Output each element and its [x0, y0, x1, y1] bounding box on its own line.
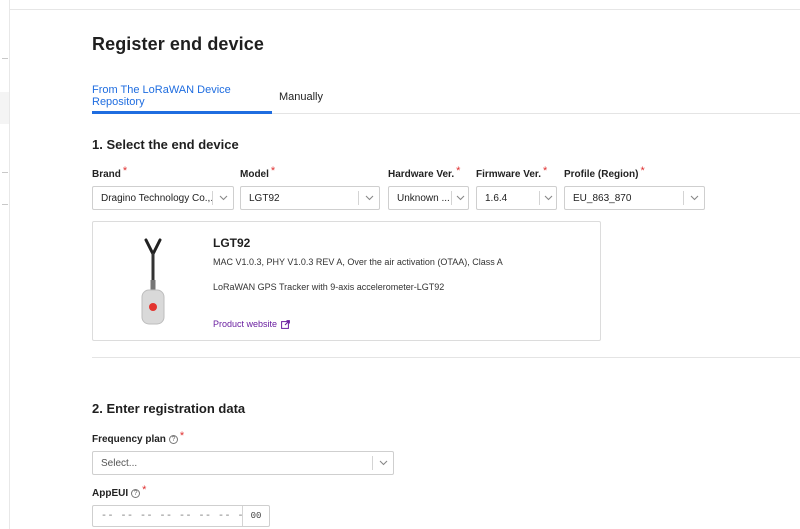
section-divider	[92, 357, 800, 358]
nav-divider	[2, 58, 8, 59]
help-icon[interactable]: ?	[131, 488, 141, 498]
required-mark: *	[456, 165, 461, 177]
hardware-label-text: Hardware Ver.	[388, 168, 455, 180]
help-icon[interactable]: ?	[168, 434, 178, 444]
firmware-version-label: Firmware Ver. *	[476, 165, 548, 180]
section-select-device-title: 1. Select the end device	[92, 137, 239, 152]
brand-select[interactable]: Dragino Technology Co.,...	[92, 186, 234, 210]
tab-manually[interactable]: Manually	[272, 80, 330, 113]
device-info-card: LGT92 MAC V1.0.3, PHY V1.0.3 REV A, Over…	[92, 221, 601, 341]
model-label: Model *	[240, 165, 276, 180]
required-mark: *	[179, 430, 185, 442]
tab-bar: From The LoRaWAN Device Repository Manua…	[92, 80, 800, 114]
required-mark: *	[122, 165, 128, 177]
nav-divider	[2, 204, 8, 205]
brand-label: Brand *	[92, 165, 128, 180]
app-eui-input[interactable]	[93, 506, 242, 526]
profile-label-text: Profile (Region)	[564, 168, 639, 180]
firmware-label-text: Firmware Ver.	[476, 168, 542, 180]
frequency-plan-label: Frequency plan ? *	[92, 430, 185, 445]
device-tracker-image	[141, 238, 165, 325]
device-model-name: LGT92	[213, 236, 251, 250]
left-nav-rail	[0, 0, 10, 529]
app-eui-label: AppEUI ? *	[92, 484, 147, 499]
frequency-plan-label-text: Frequency plan	[92, 433, 166, 445]
hardware-version-label: Hardware Ver. *	[388, 165, 461, 180]
chevron-down-icon[interactable]	[359, 195, 379, 201]
app-eui-field[interactable]: 00	[92, 505, 270, 527]
firmware-select-value: 1.6.4	[485, 192, 508, 204]
brand-select-value: Dragino Technology Co.,...	[101, 192, 212, 204]
required-mark: *	[543, 165, 548, 177]
chevron-down-icon[interactable]	[684, 195, 704, 201]
required-mark: *	[270, 165, 276, 177]
device-description: LoRaWAN GPS Tracker with 9-axis accelero…	[213, 282, 445, 292]
hardware-select-value: Unknown ...	[397, 192, 450, 204]
model-label-text: Model	[240, 168, 269, 180]
profile-region-label: Profile (Region) *	[564, 165, 645, 180]
brand-label-text: Brand	[92, 168, 121, 180]
model-select[interactable]: LGT92	[240, 186, 380, 210]
nav-active-item[interactable]	[0, 92, 9, 124]
section-registration-title: 2. Enter registration data	[92, 401, 246, 416]
frequency-plan-placeholder: Select...	[101, 457, 138, 469]
profile-region-select[interactable]: EU_863_870	[564, 186, 705, 210]
chevron-down-icon[interactable]	[213, 195, 233, 201]
byte-order-toggle-button[interactable]: 00	[243, 506, 269, 526]
product-website-label: Product website	[213, 319, 278, 329]
chevron-down-icon[interactable]	[540, 195, 556, 201]
frequency-plan-select[interactable]: Select...	[92, 451, 394, 475]
model-select-value: LGT92	[249, 192, 280, 204]
chevron-down-icon[interactable]	[373, 460, 393, 466]
hardware-version-select[interactable]: Unknown ...	[388, 186, 469, 210]
app-eui-label-text: AppEUI	[92, 487, 129, 499]
header-divider	[10, 9, 800, 10]
external-link-icon	[281, 319, 290, 329]
tab-device-repository[interactable]: From The LoRaWAN Device Repository	[92, 80, 272, 114]
required-mark: *	[640, 165, 645, 177]
page-title: Register end device	[92, 34, 264, 54]
profile-select-value: EU_863_870	[573, 192, 632, 204]
device-spec-text: MAC V1.0.3, PHY V1.0.3 REV A, Over the a…	[213, 257, 503, 267]
required-mark: *	[142, 484, 147, 496]
firmware-version-select[interactable]: 1.6.4	[476, 186, 557, 210]
chevron-down-icon[interactable]	[452, 195, 468, 201]
product-website-link[interactable]: Product website	[213, 319, 290, 329]
nav-divider	[2, 172, 8, 173]
